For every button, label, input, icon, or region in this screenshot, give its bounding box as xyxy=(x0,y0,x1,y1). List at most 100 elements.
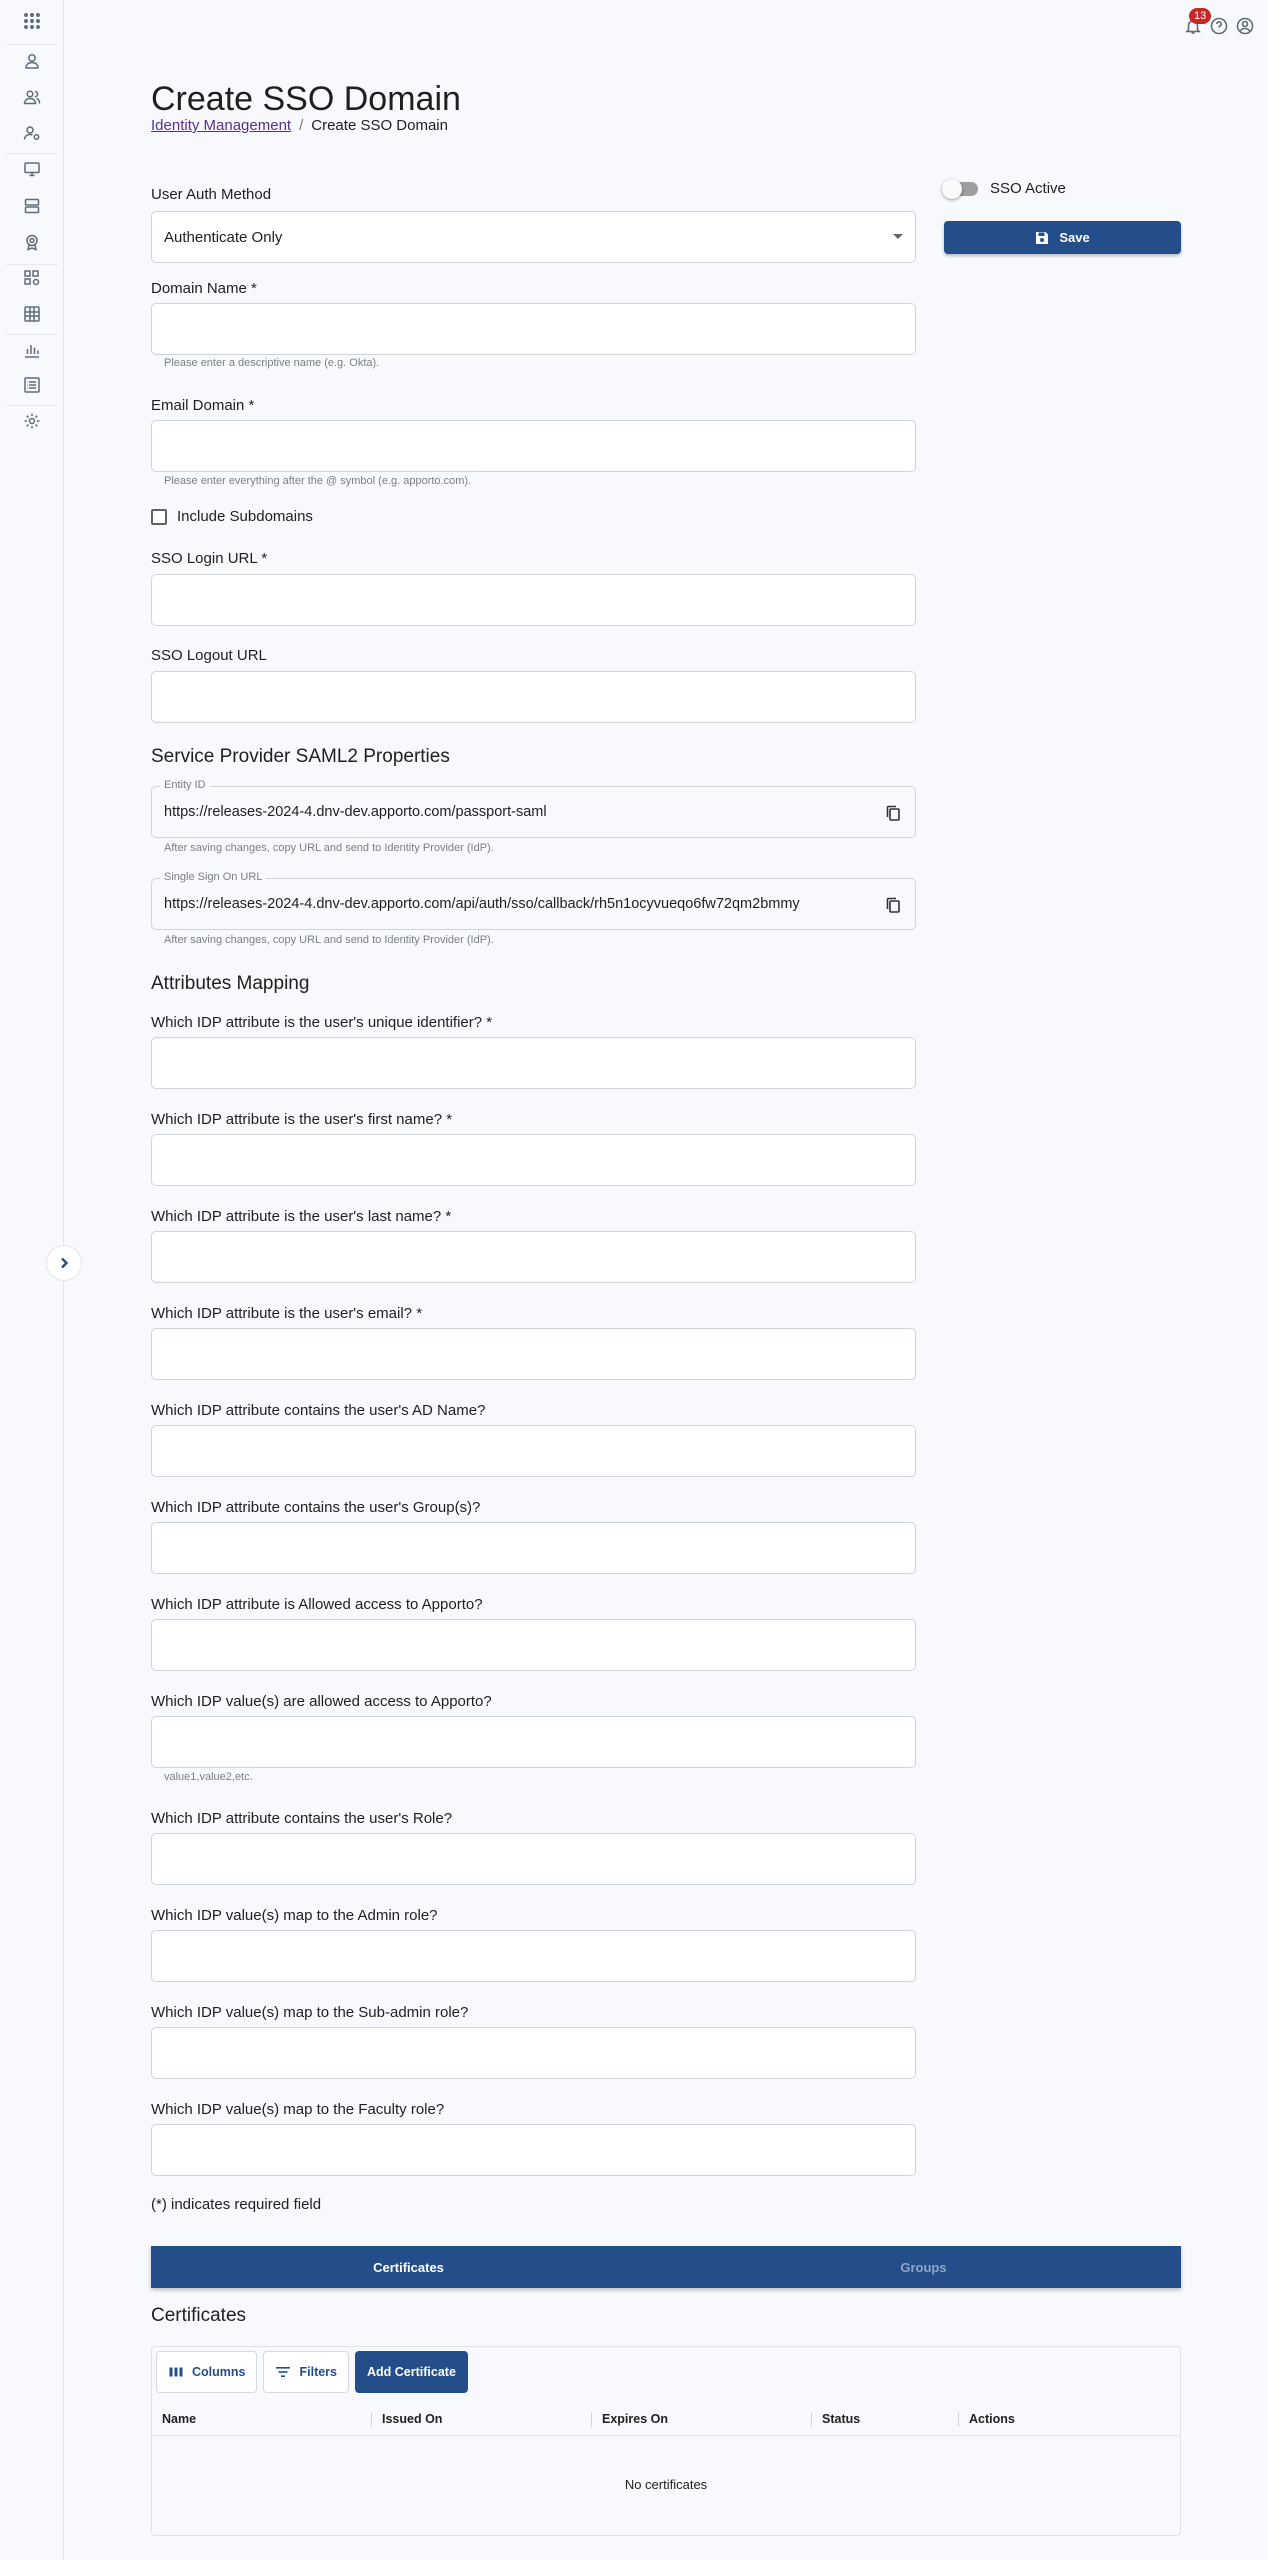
breadcrumb-current: Create SSO Domain xyxy=(311,117,448,134)
sso-url-helper: After saving changes, copy URL and send … xyxy=(164,934,494,946)
attr-groups-label: Which IDP attribute contains the user's … xyxy=(151,1499,481,1516)
attr-ad-name-label: Which IDP attribute contains the user's … xyxy=(151,1402,486,1419)
include-subdomains-row: Include Subdomains xyxy=(151,508,313,525)
sidebar-divider xyxy=(6,264,58,265)
column-header-actions[interactable]: Actions xyxy=(959,2403,1179,2435)
auth-method-value: Authenticate Only xyxy=(164,228,283,246)
empty-state: No certificates xyxy=(624,2477,708,2492)
report-list-icon[interactable] xyxy=(22,375,42,395)
sso-active-toggle-row: SSO Active xyxy=(942,178,1066,199)
bar-chart-icon[interactable] xyxy=(22,340,42,360)
apps-settings-icon[interactable] xyxy=(22,268,42,288)
apps-icon[interactable] xyxy=(22,304,42,324)
sso-url-field: Single Sign On URL https://releases-2024… xyxy=(151,871,916,930)
attr-unique-input[interactable] xyxy=(151,1037,916,1089)
sso-url-legend: Single Sign On URL xyxy=(160,871,267,883)
email-domain-label: Email Domain * xyxy=(151,397,255,414)
help-icon xyxy=(1210,17,1228,35)
attr-groups-input[interactable] xyxy=(151,1522,916,1574)
tab-certificates[interactable]: Certificates xyxy=(151,2246,666,2288)
account-button[interactable] xyxy=(1236,17,1254,35)
sso-login-input[interactable] xyxy=(151,574,916,626)
users-group-icon[interactable] xyxy=(22,87,42,107)
grid-toolbar: Columns Filters Add Certificate xyxy=(156,2351,468,2393)
attr-last-name-input[interactable] xyxy=(151,1231,916,1283)
attr-allowed-input[interactable] xyxy=(151,1619,916,1671)
email-domain-helper: Please enter everything after the @ symb… xyxy=(164,475,472,487)
auth-method-select[interactable]: Authenticate Only xyxy=(151,211,916,263)
column-header-name[interactable]: Name xyxy=(152,2403,372,2435)
attr-allowed-values-helper: value1,value2,etc. xyxy=(164,1771,253,1783)
sso-logout-input[interactable] xyxy=(151,671,916,723)
columns-button[interactable]: Columns xyxy=(156,2351,258,2393)
grid-header: Name Issued On Expires On Status Actions xyxy=(152,2403,1180,2436)
filters-button[interactable]: Filters xyxy=(263,2351,349,2393)
desktop-icon[interactable] xyxy=(22,159,42,179)
add-certificate-button[interactable]: Add Certificate xyxy=(355,2351,468,2393)
save-label: Save xyxy=(1059,230,1090,245)
attr-ad-name-input[interactable] xyxy=(151,1425,916,1477)
attr-unique-label: Which IDP attribute is the user's unique… xyxy=(151,1014,493,1031)
attr-last-name-label: Which IDP attribute is the user's last n… xyxy=(151,1208,452,1225)
attr-subadmin-label: Which IDP value(s) map to the Sub-admin … xyxy=(151,2004,469,2021)
sso-login-label: SSO Login URL * xyxy=(151,550,268,567)
entity-id-helper: After saving changes, copy URL and send … xyxy=(164,842,494,854)
sso-active-toggle[interactable] xyxy=(942,178,978,199)
attr-role-label: Which IDP attribute contains the user's … xyxy=(151,1810,453,1827)
attr-first-name-input[interactable] xyxy=(151,1134,916,1186)
attr-faculty-label: Which IDP value(s) map to the Faculty ro… xyxy=(151,2101,445,2118)
sidebar xyxy=(0,0,64,2560)
copy-sso-url-button[interactable] xyxy=(883,895,903,915)
filters-label: Filters xyxy=(299,2365,337,2379)
sp-section-title: Service Provider SAML2 Properties xyxy=(151,746,450,767)
gear-icon[interactable] xyxy=(22,411,42,431)
certificates-grid: Columns Filters Add Certificate Name Iss… xyxy=(151,2346,1181,2536)
include-subdomains-checkbox[interactable] xyxy=(151,508,167,525)
notifications-button[interactable]: 13 xyxy=(1184,8,1212,35)
domain-name-label: Domain Name * xyxy=(151,280,257,297)
tab-groups[interactable]: Groups xyxy=(666,2246,1181,2288)
copy-entity-id-button[interactable] xyxy=(883,803,903,823)
column-header-status[interactable]: Status xyxy=(812,2403,959,2435)
sidebar-divider xyxy=(6,44,58,45)
expand-sidebar-button[interactable] xyxy=(46,1245,82,1281)
required-field-note: (*) indicates required field xyxy=(151,2196,322,2213)
attr-email-label: Which IDP attribute is the user's email?… xyxy=(151,1305,423,1322)
sso-url-value: https://releases-2024-4.dnv-dev.apporto.… xyxy=(164,896,800,912)
server-icon[interactable] xyxy=(22,196,42,216)
tabs-bar: Certificates Groups xyxy=(151,2246,1181,2288)
save-button[interactable]: Save xyxy=(944,221,1181,254)
chevron-right-icon xyxy=(61,1257,69,1269)
domain-name-input[interactable] xyxy=(151,303,916,355)
sidebar-divider xyxy=(6,334,58,335)
email-domain-input[interactable] xyxy=(151,420,916,472)
help-button[interactable] xyxy=(1210,17,1228,35)
page-title: Create SSO Domain xyxy=(151,80,461,118)
header-actions: 13 xyxy=(1184,8,1254,35)
sidebar-divider xyxy=(6,405,58,406)
attr-allowed-values-input[interactable] xyxy=(151,1716,916,1768)
entity-id-field: Entity ID https://releases-2024-4.dnv-de… xyxy=(151,779,916,838)
column-header-expires-on[interactable]: Expires On xyxy=(592,2403,812,2435)
user-icon[interactable] xyxy=(22,51,42,71)
entity-id-legend: Entity ID xyxy=(160,779,210,791)
sso-active-label: SSO Active xyxy=(990,180,1066,197)
dropdown-arrow-icon xyxy=(893,234,903,239)
column-header-issued-on[interactable]: Issued On xyxy=(372,2403,592,2435)
attr-role-input[interactable] xyxy=(151,1833,916,1885)
breadcrumb-separator: / xyxy=(299,117,304,134)
badge-icon[interactable] xyxy=(22,232,42,252)
attr-email-input[interactable] xyxy=(151,1328,916,1380)
copy-icon xyxy=(886,805,900,821)
breadcrumb-identity-management[interactable]: Identity Management xyxy=(151,117,291,134)
auth-method-label: User Auth Method xyxy=(151,186,272,203)
attr-allowed-values-label: Which IDP value(s) are allowed access to… xyxy=(151,1693,492,1710)
columns-icon xyxy=(169,2367,183,2377)
breadcrumb: Identity Management / Create SSO Domain xyxy=(151,117,448,134)
apps-grid-icon[interactable] xyxy=(22,11,42,31)
attr-subadmin-input[interactable] xyxy=(151,2027,916,2079)
attr-admin-input[interactable] xyxy=(151,1930,916,1982)
attr-faculty-input[interactable] xyxy=(151,2124,916,2176)
save-icon xyxy=(1036,231,1049,244)
user-settings-icon[interactable] xyxy=(22,123,42,143)
